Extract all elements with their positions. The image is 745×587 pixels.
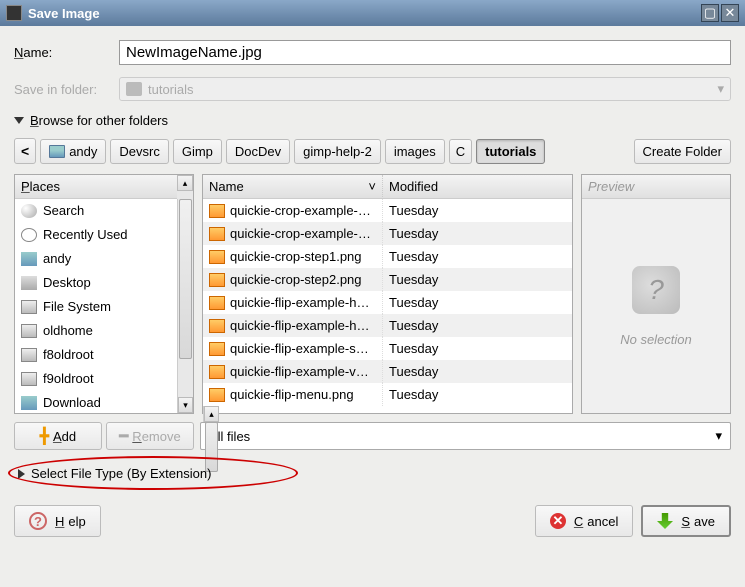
plus-icon: ╋ — [40, 427, 49, 445]
path-segment-docdev[interactable]: DocDev — [226, 139, 290, 164]
places-item[interactable]: Recently Used — [15, 223, 177, 247]
image-file-icon — [209, 388, 225, 402]
places-item[interactable]: Download — [15, 391, 177, 413]
image-file-icon — [209, 365, 225, 379]
image-file-icon — [209, 273, 225, 287]
path-segment-gimp[interactable]: Gimp — [173, 139, 222, 164]
app-icon — [6, 5, 22, 21]
place-icon — [21, 300, 37, 314]
filelist-scrollbar[interactable]: ▴▾ — [203, 406, 219, 438]
image-file-icon — [209, 296, 225, 310]
preview-text: No selection — [620, 332, 692, 347]
preview-placeholder-icon: ? — [632, 266, 680, 314]
places-item[interactable]: File System — [15, 295, 177, 319]
name-column-header[interactable]: Name˅ — [203, 175, 383, 199]
titlebar: Save Image ▢ ✕ — [0, 0, 745, 26]
path-bar: < andy Devsrc Gimp DocDev gimp-help-2 im… — [14, 138, 731, 164]
places-item[interactable]: f9oldroot — [15, 367, 177, 391]
places-item[interactable]: Search — [15, 199, 177, 223]
sort-indicator-icon: ˅ — [368, 179, 376, 194]
image-file-icon — [209, 342, 225, 356]
image-file-icon — [209, 204, 225, 218]
modified-column-header[interactable]: Modified — [383, 175, 572, 199]
file-filter-dropdown[interactable]: All files ▾ — [200, 422, 731, 450]
places-item[interactable]: Desktop — [15, 271, 177, 295]
triangle-down-icon — [14, 117, 24, 124]
select-file-type-toggle[interactable]: Select File Type (By Extension) — [14, 464, 215, 483]
image-file-icon — [209, 250, 225, 264]
image-file-icon — [209, 227, 225, 241]
places-item[interactable]: oldhome — [15, 319, 177, 343]
place-icon — [21, 252, 37, 266]
create-folder-button[interactable]: Create Folder — [634, 139, 731, 164]
add-bookmark-button[interactable]: ╋Add — [14, 422, 102, 450]
file-row[interactable]: quickie-crop-example-…Tuesday — [203, 222, 572, 245]
path-segment-c[interactable]: C — [449, 139, 472, 164]
cancel-button[interactable]: ✕Cancel — [535, 505, 633, 537]
place-icon — [21, 228, 37, 242]
path-segment-gimp-help-2[interactable]: gimp-help-2 — [294, 139, 381, 164]
minus-icon: ━ — [119, 427, 128, 445]
path-segment-images[interactable]: images — [385, 139, 445, 164]
name-label: Name: — [14, 45, 119, 60]
path-segment-devsrc[interactable]: Devsrc — [110, 139, 168, 164]
cancel-icon: ✕ — [550, 513, 566, 529]
help-icon: ? — [29, 512, 47, 530]
remove-bookmark-button: ━Remove — [106, 422, 194, 450]
triangle-right-icon — [18, 469, 25, 479]
image-file-icon — [209, 319, 225, 333]
save-in-folder-dropdown: tutorials ▾ — [119, 77, 731, 101]
file-row[interactable]: quickie-flip-example-h…Tuesday — [203, 314, 572, 337]
place-icon — [21, 348, 37, 362]
maximize-button[interactable]: ▢ — [701, 4, 719, 22]
places-item[interactable]: andy — [15, 247, 177, 271]
save-button[interactable]: Save — [641, 505, 731, 537]
save-in-folder-label: Save in folder: — [14, 82, 119, 97]
filename-input[interactable] — [119, 40, 731, 65]
folder-icon — [126, 82, 142, 96]
places-scrollbar-track[interactable]: ▾ — [177, 199, 193, 413]
folder-icon — [49, 145, 65, 158]
file-row[interactable]: quickie-crop-step2.pngTuesday — [203, 268, 572, 291]
place-icon — [21, 276, 37, 290]
file-list-panel: Name˅ Modified quickie-crop-example-…Tue… — [202, 174, 573, 414]
file-row[interactable]: quickie-flip-example-v…Tuesday — [203, 360, 572, 383]
places-scrollbar[interactable]: ▴ — [177, 175, 193, 199]
window-title: Save Image — [28, 6, 699, 21]
path-back-button[interactable]: < — [14, 138, 36, 164]
place-icon — [21, 204, 37, 218]
file-row[interactable]: quickie-crop-example-…Tuesday — [203, 199, 572, 222]
browse-toggle[interactable]: Browse for other folders — [14, 113, 731, 128]
places-panel: Places ▴ SearchRecently UsedandyDesktopF… — [14, 174, 194, 414]
preview-panel: Preview ? No selection — [581, 174, 731, 414]
close-button[interactable]: ✕ — [721, 4, 739, 22]
place-icon — [21, 396, 37, 410]
chevron-down-icon: ▾ — [715, 428, 722, 444]
save-icon — [657, 513, 673, 529]
place-icon — [21, 324, 37, 338]
preview-header: Preview — [582, 175, 730, 199]
file-row[interactable]: quickie-flip-menu.pngTuesday — [203, 383, 572, 406]
chevron-down-icon: ▾ — [717, 81, 724, 97]
file-row[interactable]: quickie-flip-example-s…Tuesday — [203, 337, 572, 360]
help-button[interactable]: ?Help — [14, 505, 101, 537]
file-row[interactable]: quickie-crop-step1.pngTuesday — [203, 245, 572, 268]
places-item[interactable]: f8oldroot — [15, 343, 177, 367]
path-segment-andy[interactable]: andy — [40, 139, 106, 164]
path-segment-tutorials[interactable]: tutorials — [476, 139, 545, 164]
places-header[interactable]: Places — [15, 175, 177, 199]
file-row[interactable]: quickie-flip-example-h…Tuesday — [203, 291, 572, 314]
place-icon — [21, 372, 37, 386]
